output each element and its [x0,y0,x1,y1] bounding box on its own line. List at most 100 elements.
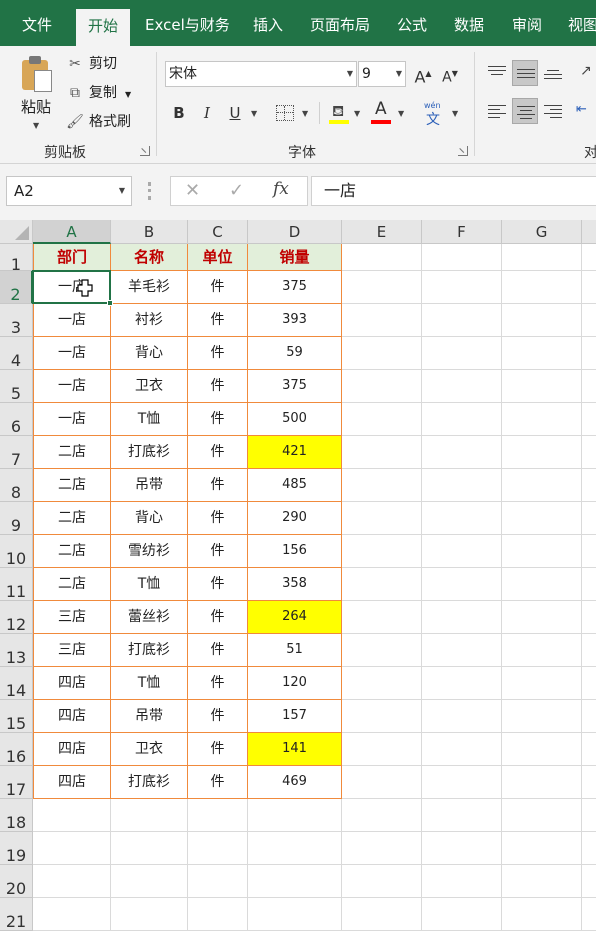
cell[interactable] [342,271,422,304]
data-cell[interactable]: 件 [188,535,248,568]
row-header-12[interactable]: 12 [0,601,33,634]
sales-cell[interactable]: 264 [248,601,342,634]
decrease-indent-icon[interactable]: ⇤ [574,98,596,124]
cell[interactable] [422,244,502,271]
cell[interactable] [342,865,422,898]
row-header-1[interactable]: 1 [0,244,33,274]
column-header-c[interactable]: C [188,220,248,244]
cell[interactable] [582,568,596,601]
column-header-e[interactable]: E [342,220,422,244]
cell[interactable] [582,865,596,898]
data-cell[interactable]: T恤 [111,667,188,700]
fill-color-dropdown-icon[interactable]: ▼ [354,109,360,118]
cell[interactable] [342,634,422,667]
cell[interactable] [502,337,582,370]
cell[interactable] [342,403,422,436]
cell[interactable] [342,700,422,733]
cell[interactable] [422,502,502,535]
cell[interactable] [422,601,502,634]
cell[interactable] [342,337,422,370]
column-header-f[interactable]: F [422,220,502,244]
sales-cell[interactable]: 290 [248,502,342,535]
cell[interactable] [422,898,502,931]
cell[interactable] [582,403,596,436]
data-cell[interactable]: 一店 [33,403,111,436]
sales-cell[interactable]: 375 [248,370,342,403]
borders-button[interactable] [276,105,294,121]
cell[interactable] [342,370,422,403]
data-cell[interactable]: 一店 [33,337,111,370]
data-cell[interactable]: 四店 [33,733,111,766]
tab-view[interactable]: 视图 [568,0,596,46]
cell[interactable] [582,535,596,568]
paste-dropdown-icon[interactable]: ▼ [33,121,39,130]
bold-button[interactable]: B [168,100,190,126]
data-cell[interactable]: 蕾丝衫 [111,601,188,634]
align-right-button[interactable] [540,98,566,124]
tab-file[interactable]: 文件 [22,0,52,46]
fill-color-button[interactable]: ⛾ [328,100,350,126]
cell[interactable] [582,370,596,403]
column-header-partial[interactable] [582,220,596,244]
font-color-dropdown-icon[interactable]: ▼ [398,109,404,118]
row-header-13[interactable]: 13 [0,634,33,667]
cell[interactable] [422,403,502,436]
cell[interactable] [188,832,248,865]
orientation-icon[interactable]: ↗ [574,60,596,86]
cell[interactable] [422,271,502,304]
cell[interactable] [582,667,596,700]
cell[interactable] [342,244,422,271]
cell[interactable] [582,601,596,634]
tab-data[interactable]: 数据 [454,0,484,46]
cell[interactable] [422,832,502,865]
copy-dropdown-icon[interactable]: ▼ [125,90,131,99]
align-bottom-button[interactable] [540,60,566,86]
data-cell[interactable]: 件 [188,469,248,502]
cell[interactable] [502,865,582,898]
cell[interactable] [582,634,596,667]
data-cell[interactable]: 三店 [33,601,111,634]
cell[interactable] [582,304,596,337]
sales-cell[interactable]: 141 [248,733,342,766]
data-cell[interactable]: 二店 [33,568,111,601]
cell[interactable] [188,799,248,832]
cell[interactable] [422,700,502,733]
clipboard-launcher-icon[interactable] [140,146,150,156]
cell[interactable] [582,766,596,799]
cell[interactable] [111,832,188,865]
data-cell[interactable]: T恤 [111,403,188,436]
row-header-14[interactable]: 14 [0,667,33,700]
cell[interactable] [502,403,582,436]
cell[interactable] [582,733,596,766]
align-middle-button[interactable] [512,60,538,86]
cell[interactable] [582,799,596,832]
cell[interactable] [342,502,422,535]
tab-home[interactable]: 开始 [76,9,131,46]
cell[interactable] [502,271,582,304]
row-header-10[interactable]: 10 [0,535,33,568]
data-cell[interactable]: 背心 [111,502,188,535]
cell[interactable] [422,667,502,700]
format-painter-button[interactable]: 🖌 格式刷 [66,111,131,133]
data-cell[interactable]: 二店 [33,469,111,502]
cell[interactable] [582,337,596,370]
cell[interactable] [502,700,582,733]
tab-formulas[interactable]: 公式 [397,0,427,46]
data-cell[interactable]: 件 [188,436,248,469]
data-cell[interactable]: 件 [188,634,248,667]
cell[interactable] [422,370,502,403]
cell[interactable] [422,535,502,568]
cell[interactable] [502,370,582,403]
cell[interactable] [422,337,502,370]
data-cell[interactable]: 件 [188,733,248,766]
data-cell[interactable]: 雪纺衫 [111,535,188,568]
sales-cell[interactable]: 375 [248,271,342,304]
cell[interactable] [33,799,111,832]
cell[interactable] [111,865,188,898]
font-size-combobox[interactable]: 9 ▼ [358,61,406,87]
cell[interactable] [502,502,582,535]
row-header-7[interactable]: 7 [0,436,33,469]
data-cell[interactable]: 衬衫 [111,304,188,337]
data-cell[interactable]: 件 [188,271,248,304]
sales-cell[interactable]: 59 [248,337,342,370]
